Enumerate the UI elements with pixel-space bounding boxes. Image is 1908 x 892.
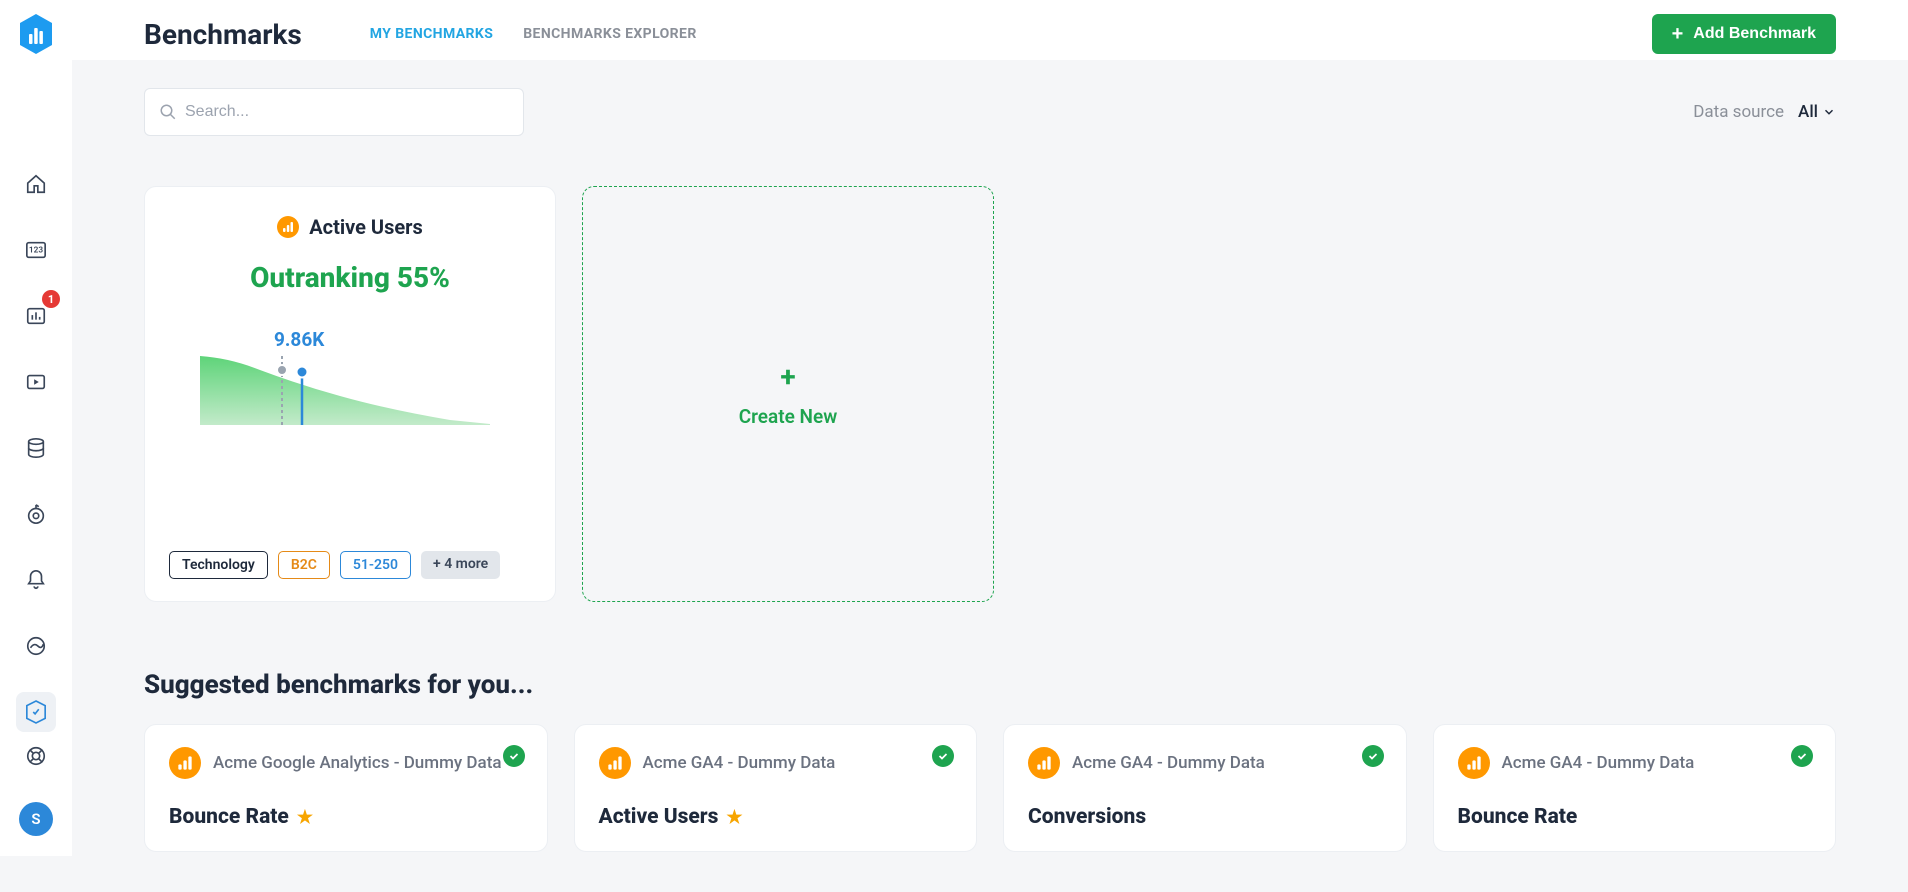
svg-text:123: 123: [29, 246, 43, 256]
benchmark-mini-chart: 9.86K: [190, 330, 510, 430]
suggested-metric: Bounce Rate: [169, 805, 289, 829]
suggested-title: Suggested benchmarks for you...: [144, 670, 1836, 700]
suggested-source: Acme GA4 - Dummy Data: [1072, 753, 1265, 773]
benchmark-tags: Technology B2C 51-250 + 4 more: [169, 551, 531, 579]
suggested-metric: Active Users: [599, 805, 719, 829]
suggested-card[interactable]: Acme Google Analytics - Dummy Data Bounc…: [144, 724, 548, 852]
ga-icon: [169, 747, 201, 779]
main: Benchmarks MY BENCHMARKS BENCHMARKS EXPL…: [72, 0, 1908, 892]
tag[interactable]: B2C: [278, 551, 330, 579]
star-icon: ★: [726, 807, 742, 828]
benchmark-card[interactable]: Active Users Outranking 55% 9.86K: [144, 186, 556, 602]
app-logo[interactable]: [18, 14, 54, 54]
suggested-metric: Conversions: [1028, 805, 1146, 829]
suggested-source: Acme GA4 - Dummy Data: [1502, 753, 1695, 773]
add-benchmark-label: Add Benchmark: [1693, 25, 1816, 43]
benchmark-card-title: Active Users: [309, 215, 423, 239]
search-icon: [159, 103, 177, 121]
check-icon: [1362, 745, 1384, 767]
suggested-source: Acme Google Analytics - Dummy Data: [213, 753, 502, 773]
sidebar: 123 1 S: [0, 0, 72, 856]
nav-data[interactable]: [16, 428, 56, 468]
benchmark-chart-value: 9.86K: [274, 328, 324, 351]
suggested-source: Acme GA4 - Dummy Data: [643, 753, 836, 773]
nav-insights[interactable]: [16, 626, 56, 666]
nav-home[interactable]: [16, 164, 56, 204]
tag[interactable]: 51-250: [340, 551, 411, 579]
ga-icon: [1028, 747, 1060, 779]
nav-reports[interactable]: [16, 362, 56, 402]
plus-icon: +: [1672, 24, 1684, 44]
suggested-card[interactable]: Acme GA4 - Dummy Data Bounce Rate: [1433, 724, 1837, 852]
create-new-label: Create New: [739, 405, 838, 428]
chevron-down-icon: [1822, 105, 1836, 119]
user-avatar[interactable]: S: [19, 802, 53, 836]
page-title: Benchmarks: [144, 18, 302, 51]
nav-dashboards[interactable]: 1: [16, 296, 56, 336]
ga-icon: [277, 216, 299, 238]
ga-icon: [1458, 747, 1490, 779]
search-input[interactable]: [185, 103, 509, 121]
nav-help[interactable]: [16, 736, 56, 776]
tab-my-benchmarks[interactable]: MY BENCHMARKS: [370, 26, 493, 42]
plus-icon: +: [780, 360, 795, 393]
search-box[interactable]: [144, 88, 524, 136]
tag-more[interactable]: + 4 more: [421, 551, 500, 579]
check-icon: [1791, 745, 1813, 767]
star-icon: ★: [297, 807, 313, 828]
data-source-value-text: All: [1798, 102, 1818, 122]
check-icon: [503, 745, 525, 767]
data-source-filter: Data source All: [1693, 102, 1836, 122]
tab-benchmarks-explorer[interactable]: BENCHMARKS EXPLORER: [523, 26, 696, 42]
nav-alerts[interactable]: [16, 560, 56, 600]
nav-scorecards[interactable]: 123: [16, 230, 56, 270]
nav-goals[interactable]: [16, 494, 56, 534]
benchmark-outranking: Outranking 55%: [250, 261, 450, 294]
data-source-value[interactable]: All: [1798, 102, 1836, 122]
create-new-card[interactable]: + Create New: [582, 186, 994, 602]
nav-badge: 1: [42, 290, 60, 308]
suggested-card[interactable]: Acme GA4 - Dummy Data Active Users ★: [574, 724, 978, 852]
tag[interactable]: Technology: [169, 551, 268, 579]
topbar: Benchmarks MY BENCHMARKS BENCHMARKS EXPL…: [72, 0, 1908, 60]
suggested-row: Acme Google Analytics - Dummy Data Bounc…: [144, 724, 1836, 852]
tabs: MY BENCHMARKS BENCHMARKS EXPLORER: [370, 26, 697, 42]
suggested-card[interactable]: Acme GA4 - Dummy Data Conversions: [1003, 724, 1407, 852]
check-icon: [932, 745, 954, 767]
add-benchmark-button[interactable]: + Add Benchmark: [1652, 14, 1836, 54]
ga-icon: [599, 747, 631, 779]
data-source-label: Data source: [1693, 102, 1784, 122]
suggested-metric: Bounce Rate: [1458, 805, 1578, 829]
nav-benchmarks[interactable]: [16, 692, 56, 732]
